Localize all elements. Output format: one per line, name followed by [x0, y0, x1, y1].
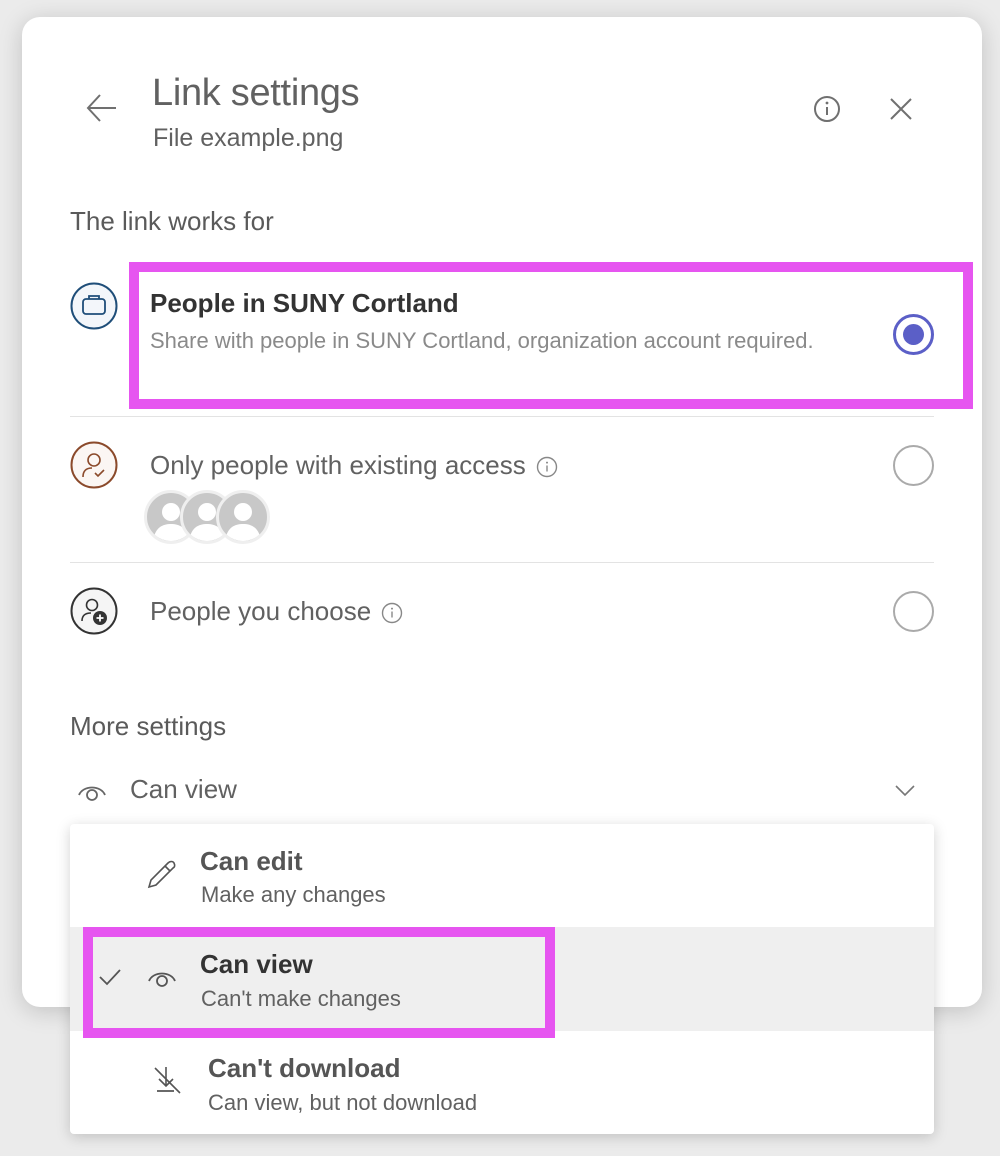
info-icon[interactable]	[381, 602, 403, 624]
option-existing-access-title[interactable]: Only people with existing access	[150, 450, 558, 481]
radio-people-you-choose[interactable]	[893, 591, 934, 632]
menu-item-cant-download[interactable]: Can't download Can view, but not downloa…	[70, 1031, 934, 1134]
menu-item-title: Can edit	[200, 846, 303, 876]
menu-item-can-edit[interactable]: Can edit Make any changes	[70, 824, 934, 927]
menu-item-description: Can't make changes	[201, 986, 401, 1011]
menu-item-description: Make any changes	[201, 882, 386, 907]
person-check-icon	[70, 441, 118, 489]
menu-item-title: Can view	[200, 949, 313, 979]
option-people-you-choose-label: People you choose	[150, 596, 372, 626]
option-people-you-choose-title[interactable]: People you choose	[150, 596, 403, 627]
info-icon[interactable]	[536, 456, 558, 478]
divider	[70, 416, 934, 417]
option-people-in-org-title[interactable]: People in SUNY Cortland	[150, 288, 459, 319]
radio-people-in-org[interactable]	[893, 314, 934, 355]
menu-item-description: Can view, but not download	[208, 1090, 478, 1115]
menu-item-title: Can't download	[208, 1053, 401, 1083]
no-download-icon	[154, 1067, 181, 1094]
avatar	[216, 490, 270, 544]
eye-icon	[78, 786, 106, 801]
info-button[interactable]	[812, 94, 842, 124]
radio-existing-access[interactable]	[893, 445, 934, 486]
person-add-icon	[70, 587, 118, 635]
close-icon	[890, 98, 912, 120]
file-name: File example.png	[153, 124, 344, 152]
link-works-for-label: The link works for	[70, 206, 274, 236]
info-icon	[814, 96, 840, 122]
permission-dropdown[interactable]: Can view	[70, 768, 934, 814]
back-button[interactable]	[84, 90, 120, 126]
permission-dropdown-value: Can view	[130, 774, 237, 804]
option-existing-access-label: Only people with existing access	[150, 450, 526, 480]
menu-item-can-view[interactable]: Can view Can't make changes	[70, 927, 934, 1031]
pencil-icon	[147, 860, 176, 889]
divider	[70, 562, 934, 563]
briefcase-icon	[70, 282, 118, 330]
chevron-down-icon	[895, 785, 915, 797]
checkmark-icon	[99, 969, 121, 986]
avatar-group	[144, 490, 274, 546]
eye-icon	[148, 972, 176, 987]
more-settings-label: More settings	[70, 711, 227, 741]
arrow-left-icon	[86, 94, 116, 122]
close-button[interactable]	[886, 94, 916, 124]
dialog-title: Link settings	[152, 72, 360, 114]
option-people-in-org-description: Share with people in SUNY Cortland, orga…	[150, 328, 814, 353]
permission-menu: Can edit Make any changes Can view Can't…	[70, 824, 934, 1134]
